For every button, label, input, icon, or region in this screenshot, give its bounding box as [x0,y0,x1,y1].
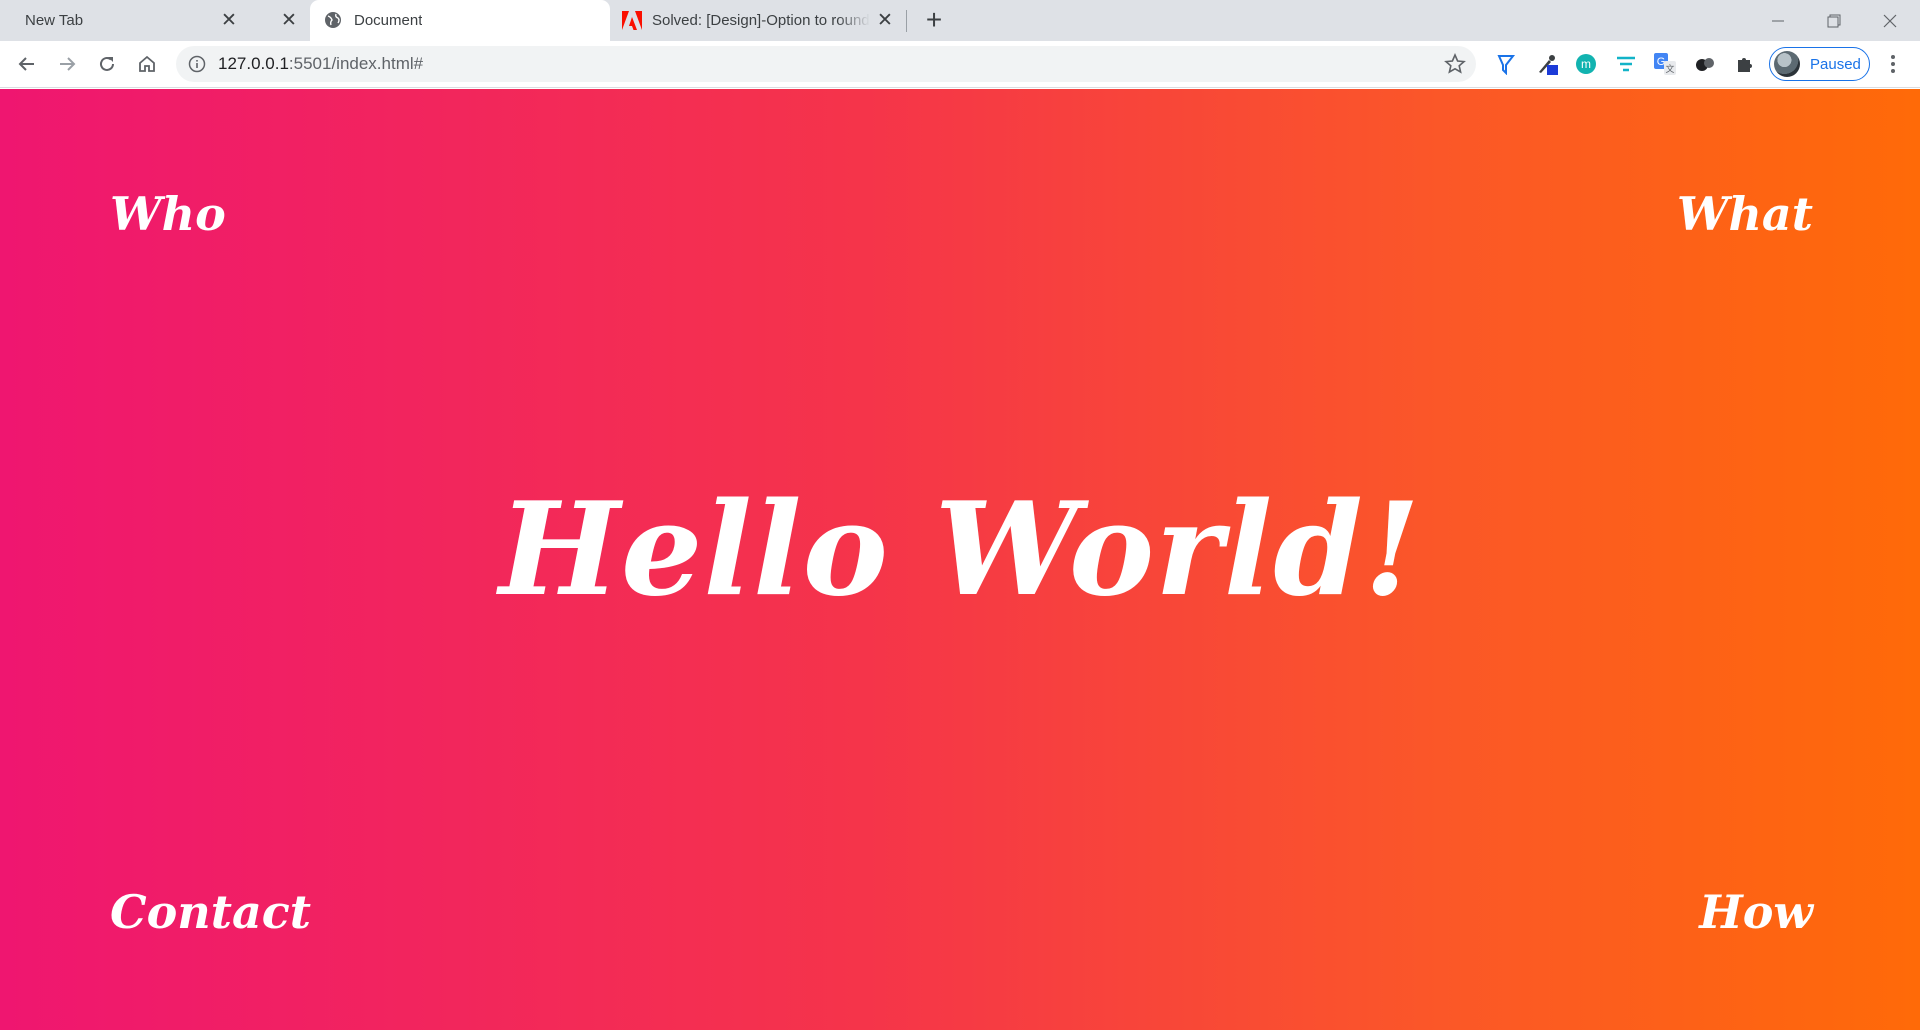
puzzle-extensions-icon[interactable] [1733,52,1757,76]
reload-icon [100,56,114,71]
filter-extension-icon[interactable] [1614,52,1638,76]
forward-button[interactable] [52,49,82,79]
back-button[interactable] [12,49,42,79]
close-icon[interactable]: ✕ [218,10,240,32]
tab-title: Solved: [Design]-Option to round [652,12,870,29]
tab-title: Document [354,12,423,29]
url-path: :5501/index.html# [288,54,424,73]
avatar [1774,51,1800,77]
new-tab-button[interactable]: + [920,6,948,34]
nav-link-what[interactable]: What [1677,187,1813,241]
svg-text:文: 文 [1665,63,1674,74]
nav-link-who[interactable]: Who [110,187,226,241]
info-icon[interactable] [188,55,206,73]
tab-solved[interactable]: Solved: [Design]-Option to round ✕ [610,0,906,41]
tab-document[interactable]: Document ✕ [221,0,610,41]
eyedropper-extension-icon[interactable] [1535,52,1559,76]
url-text[interactable]: 127.0.0.1:5501/index.html# [218,54,423,74]
reload-button[interactable] [92,49,122,79]
url-host: 127.0.0.1 [218,54,289,73]
window-close-button[interactable] [1862,0,1918,41]
arrow-right-icon [60,57,76,71]
pin-extension-icon[interactable] [1494,52,1518,76]
page-viewport: Who What Hello World! Contact How [0,89,1920,1030]
tab-strip: New Tab ✕ Document ✕ Solved: [Design]-Op… [0,0,1920,41]
profile-status: Paused [1810,55,1861,73]
profile-button[interactable]: Paused [1769,47,1870,81]
tab-new-tab[interactable]: New Tab ✕ [0,0,305,41]
m-extension-icon[interactable]: m [1574,52,1598,76]
restore-icon [1827,14,1841,27]
home-button[interactable] [132,49,162,79]
kebab-menu-icon [1891,55,1895,73]
browser-toolbar: 127.0.0.1:5501/index.html# m G文 Paused [0,41,1920,88]
svg-text:G: G [1657,56,1666,68]
address-bar[interactable]: 127.0.0.1:5501/index.html# [176,46,1476,82]
arrow-left-icon [18,57,34,71]
globe-icon [325,12,341,28]
nav-link-how[interactable]: How [1699,885,1813,939]
adobe-icon [622,11,642,30]
close-window-icon [1883,14,1897,27]
tab-title: New Tab [25,12,84,29]
browser-menu-button[interactable] [1880,49,1906,79]
star-icon[interactable] [1444,53,1466,75]
restore-button[interactable] [1806,0,1862,41]
close-icon[interactable]: ✕ [278,10,300,32]
tab-separator [906,10,907,32]
nav-link-contact[interactable]: Contact [110,885,311,939]
balls-extension-icon[interactable] [1693,52,1717,76]
hero-heading: Hello World! [499,475,1421,625]
translate-extension-icon[interactable]: G文 [1653,52,1677,76]
home-icon [139,55,155,72]
minimize-button[interactable] [1750,0,1806,41]
svg-text:m: m [1581,57,1591,71]
minimize-icon [1772,20,1784,21]
close-icon[interactable]: ✕ [874,10,896,32]
